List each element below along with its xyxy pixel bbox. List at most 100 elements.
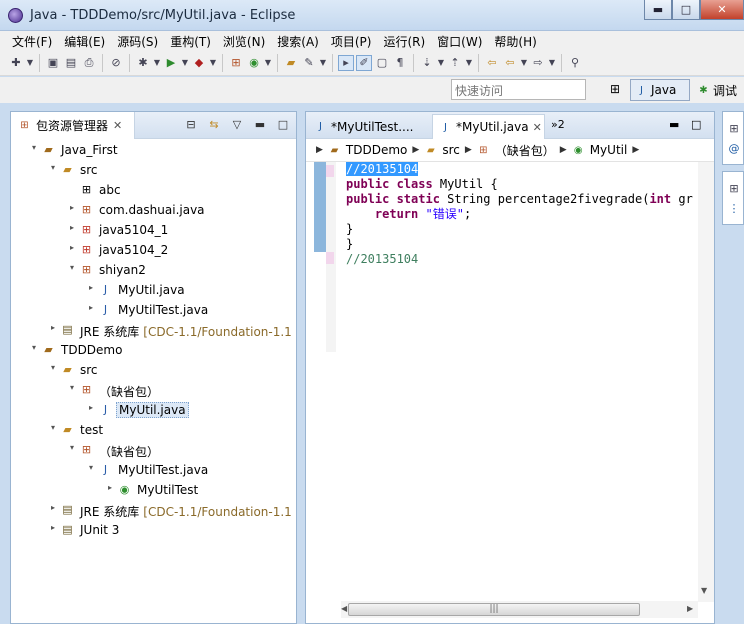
chevron-right-icon[interactable]: ▶ [632, 145, 639, 155]
menu-item[interactable]: 搜索(A) [271, 31, 325, 50]
tree-item[interactable]: ▸ ⊞ java5104_2 [11, 240, 296, 260]
chevron-right-icon[interactable]: ▶ [412, 145, 419, 155]
chevron-right-icon[interactable]: ▸ [48, 503, 58, 515]
code-line[interactable]: } [346, 222, 693, 237]
outline-icon[interactable]: ⋮ [726, 200, 742, 216]
open-type-icon[interactable]: ▰ [283, 55, 299, 71]
external-tools-dropdown-icon[interactable]: ▼ [209, 55, 217, 71]
run-icon[interactable]: ▶ [163, 55, 179, 71]
tab-overflow-button[interactable]: »2 [551, 118, 565, 131]
menu-item[interactable]: 窗口(W) [431, 31, 488, 50]
maximize-button[interactable]: □ [672, 0, 700, 20]
new-dropdown-icon[interactable]: ▼ [26, 55, 34, 71]
restore-view-icon[interactable]: ⊞ [726, 180, 742, 196]
minimize-view-icon[interactable]: ▬ [253, 117, 267, 131]
debug-icon[interactable]: ✱ [135, 55, 151, 71]
next-annotation-dropdown-icon[interactable]: ▼ [437, 55, 445, 71]
editor-tab-myutil[interactable]: J *MyUtil.java ✕ [432, 114, 545, 139]
code-line[interactable]: //20135104 [346, 162, 693, 177]
minimize-button[interactable]: ▬ [644, 0, 672, 20]
chevron-right-icon[interactable]: ▶ [316, 145, 323, 155]
close-icon[interactable]: ✕ [113, 119, 122, 132]
breadcrumb-folder[interactable]: src [442, 143, 460, 157]
chevron-down-icon[interactable]: ▾ [67, 383, 77, 395]
java-perspective-button[interactable]: J Java [630, 79, 690, 101]
toggle-breadcrumb-icon[interactable]: ▸ [338, 54, 354, 71]
external-tools-icon[interactable]: ◆ [191, 55, 207, 71]
tree-item[interactable]: ▸ ⊞ java5104_1 [11, 220, 296, 240]
scroll-right-icon[interactable]: ▶ [687, 604, 693, 613]
minimize-editor-icon[interactable]: ▬ [669, 118, 679, 131]
tree-item[interactable]: ▾ ⊞ （缺省包） [11, 380, 296, 400]
search-dropdown-icon[interactable]: ▼ [319, 55, 327, 71]
forward-icon[interactable]: ⇨ [530, 55, 546, 71]
breadcrumb-class[interactable]: MyUtil [590, 143, 628, 157]
code-line[interactable]: //20135104 [346, 252, 693, 267]
close-icon[interactable]: ✕ [533, 121, 542, 134]
horizontal-scroll-thumb[interactable]: ||| [348, 603, 640, 616]
save-all-icon[interactable]: ▤ [63, 55, 79, 71]
menu-item[interactable]: 项目(P) [325, 31, 378, 50]
chevron-right-icon[interactable]: ▸ [67, 223, 77, 235]
chevron-right-icon[interactable]: ▸ [48, 523, 58, 535]
chevron-right-icon[interactable]: ▸ [86, 303, 96, 315]
back-dropdown-icon[interactable]: ▼ [520, 55, 528, 71]
chevron-down-icon[interactable]: ▾ [67, 443, 77, 455]
chevron-down-icon[interactable]: ▾ [86, 463, 96, 475]
block-selection-icon[interactable]: ▢ [374, 55, 390, 71]
vertical-scrollbar[interactable]: ▼ [698, 162, 714, 602]
maximize-view-icon[interactable]: □ [276, 117, 290, 131]
chevron-right-icon[interactable]: ▸ [105, 483, 115, 495]
back-icon[interactable]: ⇦ [502, 55, 518, 71]
new-java-class-icon[interactable]: ◉ [246, 55, 262, 71]
chevron-right-icon[interactable]: ▸ [86, 283, 96, 295]
link-with-editor-icon[interactable]: ⇆ [207, 117, 221, 131]
previous-annotation-dropdown-icon[interactable]: ▼ [465, 55, 473, 71]
new-java-package-icon[interactable]: ⊞ [228, 55, 244, 71]
menu-item[interactable]: 帮助(H) [488, 31, 542, 50]
chevron-down-icon[interactable]: ▾ [48, 363, 58, 375]
tree-item[interactable]: ▸ ▤ JRE 系统库 [CDC-1.1/Foundation-1.1 [11, 500, 296, 520]
menu-item[interactable]: 编辑(E) [58, 31, 111, 50]
run-dropdown-icon[interactable]: ▼ [181, 55, 189, 71]
code-line[interactable]: public static String percentage2fivegrad… [346, 192, 693, 207]
next-annotation-icon[interactable]: ⇣ [419, 55, 435, 71]
tree-item[interactable]: ▸ ⊞ com.dashuai.java [11, 200, 296, 220]
horizontal-scrollbar[interactable]: ◀ ||| ▶ [341, 601, 698, 618]
menu-item[interactable]: 运行(R) [377, 31, 431, 50]
chevron-down-icon[interactable]: ▾ [29, 143, 39, 155]
menu-item[interactable]: 文件(F) [6, 31, 58, 50]
chevron-down-icon[interactable]: ▾ [48, 163, 58, 175]
save-icon[interactable]: ▣ [45, 55, 61, 71]
new-class-dropdown-icon[interactable]: ▼ [264, 55, 272, 71]
source-code[interactable]: //20135104 public class MyUtil {public st… [346, 162, 693, 267]
collapse-all-icon[interactable]: ⊟ [184, 117, 198, 131]
close-button[interactable]: ✕ [700, 0, 744, 20]
forward-dropdown-icon[interactable]: ▼ [548, 55, 556, 71]
tree-item[interactable]: ▸ J MyUtilTest.java [11, 300, 296, 320]
tree-item[interactable]: ▸ ▤ JRE 系统库 [CDC-1.1/Foundation-1.1 [11, 320, 296, 340]
code-line[interactable]: } [346, 237, 693, 252]
print-icon[interactable]: ⎙ [81, 55, 97, 71]
chevron-right-icon[interactable]: ▸ [48, 323, 58, 335]
scroll-left-icon[interactable]: ◀ [341, 604, 347, 613]
pin-editor-icon[interactable]: ⚲ [567, 55, 583, 71]
chevron-down-icon[interactable]: ▾ [48, 423, 58, 435]
tree-item[interactable]: ⊞ abc [11, 180, 296, 200]
tree-item[interactable]: ▾ ▰ Java_First [11, 140, 296, 160]
scroll-down-icon[interactable]: ▼ [701, 586, 707, 595]
mark-occurrences-icon[interactable]: ✐ [356, 54, 372, 71]
tree-item[interactable]: ▾ ▰ src [11, 360, 296, 380]
tree-item[interactable]: ▾ ▰ src [11, 160, 296, 180]
search-icon[interactable]: ✎ [301, 55, 317, 71]
breadcrumb-project[interactable]: TDDDemo [346, 143, 407, 157]
tree-item[interactable]: ▾ ⊞ （缺省包） [11, 440, 296, 460]
maximize-editor-icon[interactable]: □ [691, 118, 701, 131]
restore-view-icon[interactable]: ⊞ [726, 120, 742, 136]
tree-item[interactable]: ▾ ⊞ shiyan2 [11, 260, 296, 280]
chevron-right-icon[interactable]: ▶ [560, 145, 567, 155]
tree-item[interactable]: ▸ J MyUtil.java [11, 280, 296, 300]
tree-item[interactable]: ▾ J MyUtilTest.java [11, 460, 296, 480]
tree-item[interactable]: ▸ ▤ JUnit 3 [11, 520, 296, 540]
code-editor[interactable]: //20135104 public class MyUtil {public st… [306, 162, 698, 597]
